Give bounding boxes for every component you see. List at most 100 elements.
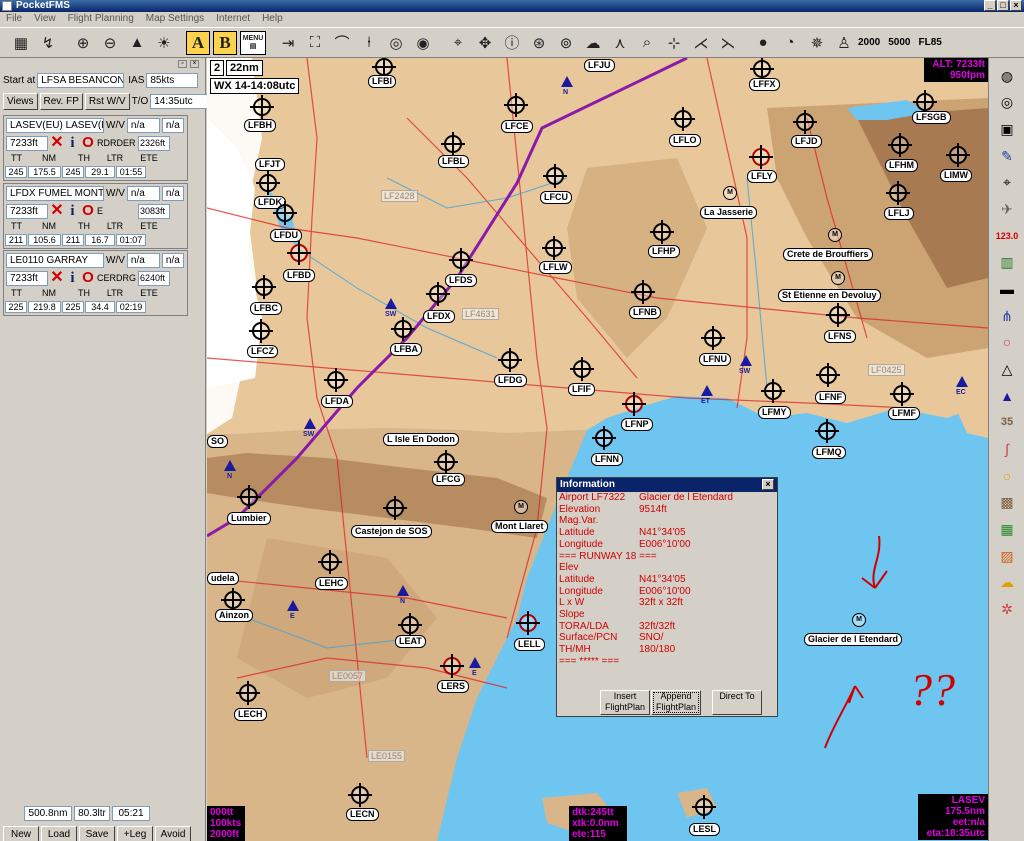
curve-icon[interactable]: ∫	[995, 438, 1019, 460]
airport-icon[interactable]	[237, 485, 261, 509]
views-button[interactable]: Views	[3, 93, 38, 110]
airport-icon[interactable]	[570, 357, 594, 381]
airport-icon[interactable]	[815, 419, 839, 443]
airport-icon[interactable]	[426, 282, 450, 306]
direct-to-button[interactable]: Direct To	[712, 690, 762, 715]
airport-label[interactable]: Castejon de SOS	[351, 525, 432, 538]
route-split-icon[interactable]: ⋏	[607, 30, 633, 56]
airport-label[interactable]: LFNS	[824, 330, 856, 343]
reset-wind-button[interactable]: Rst W/V	[84, 93, 130, 110]
airport-label[interactable]: LFCZ	[247, 345, 278, 358]
airport-icon[interactable]	[692, 795, 716, 819]
airport-icon[interactable]	[249, 319, 273, 343]
fork-icon[interactable]: ⋔	[995, 305, 1019, 327]
heliport-icon[interactable]: M	[852, 613, 866, 627]
airport-label[interactable]: LFDA	[321, 395, 353, 408]
wind-speed-input[interactable]: n/a	[161, 186, 184, 201]
airport-icon[interactable]	[761, 379, 785, 403]
number-icon[interactable]: 35	[995, 411, 1019, 433]
airport-icon[interactable]	[701, 326, 725, 350]
vor-triangle-icon[interactable]	[385, 298, 397, 309]
airspace-zone-label[interactable]: LE0155	[368, 750, 406, 762]
triangle-filled-icon[interactable]: ▲	[995, 385, 1019, 407]
target-icon[interactable]: ⊹	[661, 30, 687, 56]
airport-icon[interactable]	[890, 382, 914, 406]
menu-file[interactable]: File	[6, 12, 22, 26]
vor-triangle-icon[interactable]	[287, 600, 299, 611]
circle-yellow-icon[interactable]: ○	[995, 465, 1019, 487]
wind-direction-input[interactable]: n/a	[126, 186, 160, 201]
airport-label[interactable]: LFIF	[568, 383, 595, 396]
airport-icon[interactable]	[250, 95, 274, 119]
weather-icon[interactable]: ☁	[580, 30, 606, 56]
vor-triangle-icon[interactable]	[304, 418, 316, 429]
leg-info-icon[interactable]: i	[66, 270, 79, 286]
heliport-icon[interactable]: M	[514, 500, 528, 514]
map-icon[interactable]: ▥	[995, 251, 1019, 273]
airport-icon[interactable]	[504, 93, 528, 117]
airport-label[interactable]: LFJT	[255, 158, 285, 171]
wind-speed-input[interactable]: n/a	[161, 253, 184, 268]
reverse-flightplan-button[interactable]: Rev. FP	[39, 93, 83, 110]
airport-icon[interactable]	[434, 450, 458, 474]
menu-internet[interactable]: Internet	[216, 12, 250, 26]
airport-label[interactable]: udela	[207, 572, 239, 585]
airport-label[interactable]: LFMF	[888, 407, 920, 420]
airport-label[interactable]: LFBA	[390, 343, 422, 356]
airport-label[interactable]: LFMQ	[812, 446, 846, 459]
airport-label[interactable]: LECN	[346, 808, 379, 821]
leg-info-icon[interactable]: i	[66, 135, 79, 151]
airport-label[interactable]: LFNN	[591, 453, 623, 466]
add-point-icon[interactable]: ⌕	[634, 30, 660, 56]
menu-flight-planning[interactable]: Flight Planning	[68, 12, 134, 26]
compress-icon[interactable]: ⇥	[275, 30, 301, 56]
leg-altitude-input[interactable]: 7233ft	[6, 270, 48, 286]
airport-label[interactable]: LFFX	[749, 78, 780, 91]
leg-route-field[interactable]: LE0110 GARRAY	[6, 253, 104, 268]
waypoint-icon[interactable]: ⊚	[553, 30, 579, 56]
delete-leg-icon[interactable]: ✕	[50, 203, 64, 219]
heliport-icon[interactable]: M	[723, 186, 737, 200]
altitude-2000-button[interactable]: 2000	[858, 37, 880, 48]
airport-label[interactable]: LECH	[234, 708, 267, 721]
panel-minimize-icon[interactable]: ▫	[178, 60, 187, 68]
start-input[interactable]: LFSA BESANCON	[37, 73, 125, 88]
airport-label[interactable]: LFDS	[445, 274, 477, 287]
airport-label[interactable]: LERS	[437, 680, 470, 693]
heliport-icon[interactable]: M	[831, 271, 845, 285]
airspace-zone-label[interactable]: LF4631	[462, 308, 499, 320]
circle-target-icon[interactable]: ◎	[995, 91, 1019, 113]
gear-red-icon[interactable]: ✲	[995, 598, 1019, 620]
airport-label[interactable]: LFHP	[648, 245, 680, 258]
airport-icon[interactable]	[886, 181, 910, 205]
airport-label[interactable]: LFJD	[791, 135, 822, 148]
close-button[interactable]: ×	[1010, 0, 1022, 11]
zoom-in-icon[interactable]: ⊕	[70, 30, 96, 56]
map-colored-icon[interactable]: ▨	[995, 545, 1019, 567]
airport-label[interactable]: LFDX	[423, 310, 455, 323]
airport-label[interactable]: LFDG	[494, 374, 527, 387]
airport-label[interactable]: LFLJ	[884, 207, 914, 220]
airport-label[interactable]: LFNB	[629, 306, 661, 319]
weather-time-badge[interactable]: WX 14-14:08utc	[210, 78, 300, 94]
map-grid-icon[interactable]: ▦	[8, 30, 34, 56]
airport-icon[interactable]	[287, 241, 311, 265]
vor-triangle-icon[interactable]	[701, 385, 713, 396]
lifebuoy-icon[interactable]: ⊛	[526, 30, 552, 56]
ndb-icon[interactable]: ◎	[383, 30, 409, 56]
pilot-icon[interactable]: ♙	[831, 30, 857, 56]
airport-label[interactable]: LFCU	[540, 191, 572, 204]
antenna-icon[interactable]: ⌒	[329, 30, 355, 56]
airport-icon[interactable]	[750, 58, 774, 81]
label-b-button[interactable]: B	[213, 30, 237, 55]
zoom-level-badge[interactable]: 2	[210, 60, 225, 76]
airport-label[interactable]: LFJU	[584, 59, 615, 72]
vor-triangle-icon[interactable]	[469, 657, 481, 668]
takeoff-time-input[interactable]: 14:35utc	[150, 94, 209, 109]
airport-label[interactable]: LFMY	[758, 406, 791, 419]
airport-icon[interactable]	[221, 588, 245, 612]
delete-leg-icon[interactable]: ✕	[50, 135, 64, 151]
menu-map-settings[interactable]: Map Settings	[146, 12, 204, 26]
vor-triangle-icon[interactable]	[740, 355, 752, 366]
airport-label[interactable]: LFSGB	[912, 111, 951, 124]
